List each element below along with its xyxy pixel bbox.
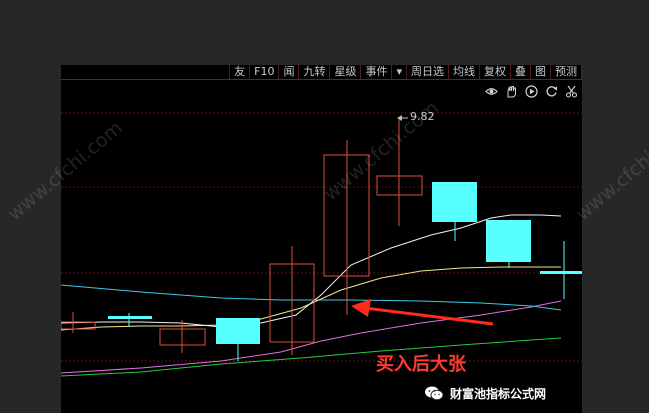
ma-line-cyan	[61, 284, 562, 311]
ma-line-magenta	[61, 300, 562, 374]
candle-9	[486, 220, 531, 268]
chart-tools	[485, 82, 578, 100]
eye-icon[interactable]	[485, 85, 498, 98]
candle-2	[108, 313, 152, 327]
wechat-icon	[425, 386, 444, 400]
footer-brand-text: 财富池指标公式网	[450, 386, 547, 401]
scissors-icon[interactable]	[565, 85, 578, 98]
toolbar-item-overlay[interactable]: 叠	[510, 65, 530, 79]
candle-4	[216, 318, 260, 361]
toolbar-item-period[interactable]: 周日选	[406, 65, 448, 79]
toolbar-item-dropdown[interactable]: ▾	[391, 65, 406, 79]
toolbar-item-chart[interactable]: 图	[530, 65, 550, 79]
ma-line-yellow	[61, 266, 561, 331]
watermark-right: www.cfchi.com	[571, 116, 649, 226]
toolbar-item-ma[interactable]: 均线	[448, 65, 479, 79]
chart-panel[interactable]: 友 F10 闻 九转 星级 事件 ▾ 周日选 均线 复权 叠 图 预测 9.82	[61, 65, 582, 413]
candle-10	[540, 241, 582, 299]
toolbar-item-jiuzhuan[interactable]: 九转	[298, 65, 329, 79]
toolbar-item-news[interactable]: 闻	[278, 65, 298, 79]
annotation-label: 买入后大张	[376, 354, 466, 375]
candlestick-chart[interactable]	[61, 65, 582, 413]
refresh-icon[interactable]	[545, 85, 558, 98]
candle-8	[432, 182, 477, 241]
toolbar-item-events[interactable]: 事件	[360, 65, 391, 79]
chart-toolbar: 友 F10 闻 九转 星级 事件 ▾ 周日选 均线 复权 叠 图 预测	[61, 65, 582, 80]
footer-brand: 财富池指标公式网	[424, 384, 546, 402]
toolbar-item-f10[interactable]: F10	[249, 65, 278, 79]
toolbar-item-friend[interactable]: 友	[229, 65, 249, 79]
toolbar-item-adjust[interactable]: 复权	[479, 65, 510, 79]
hand-icon[interactable]	[505, 85, 518, 98]
toolbar-item-rating[interactable]: 星级	[329, 65, 360, 79]
toolbar-item-forecast[interactable]: 预测	[550, 65, 582, 79]
play-icon[interactable]	[525, 84, 538, 98]
